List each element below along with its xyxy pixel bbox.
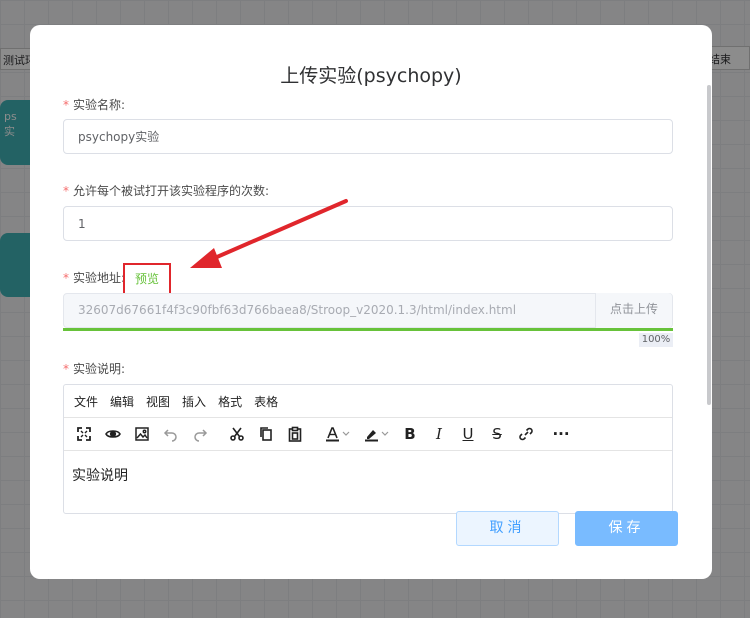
italic-icon[interactable]: I (427, 422, 451, 446)
more-icon[interactable]: ··· (549, 422, 573, 446)
preview-link[interactable]: 预览 (123, 263, 171, 295)
times-input[interactable] (63, 206, 673, 241)
name-input[interactable] (63, 119, 673, 154)
menu-format[interactable]: 格式 (218, 393, 242, 410)
paste-icon[interactable] (283, 422, 307, 446)
cancel-button[interactable]: 取消 (456, 511, 559, 546)
underline-icon[interactable]: U (456, 422, 480, 446)
editor-content[interactable]: 实验说明 (64, 451, 672, 499)
address-url-field: 32607d67661f4f3c90fbf63d766baea8/Stroop_… (63, 293, 673, 328)
address-url-text: 32607d67661f4f3c90fbf63d766baea8/Stroop_… (78, 303, 517, 317)
copy-icon[interactable] (254, 422, 278, 446)
upload-progress-text: 100% (639, 333, 673, 347)
highlight-icon[interactable] (359, 422, 393, 446)
rich-text-editor: 文件 编辑 视图 插入 格式 表格 B I U S ··· 实验说明 (63, 384, 673, 514)
menu-view[interactable]: 视图 (146, 393, 170, 410)
upload-progress-bar (63, 328, 673, 331)
save-button[interactable]: 保存 (575, 511, 678, 546)
address-label: * 实验地址: 预览 (63, 263, 171, 295)
preview-eye-icon[interactable] (101, 422, 125, 446)
cut-icon[interactable] (225, 422, 249, 446)
menu-file[interactable]: 文件 (74, 393, 98, 410)
dialog-scrollbar[interactable] (707, 85, 711, 405)
name-label: * 实验名称: (63, 98, 126, 112)
upload-button[interactable]: 点击上传 (595, 293, 672, 328)
redo-icon[interactable] (188, 422, 212, 446)
image-icon[interactable] (130, 422, 154, 446)
description-label: * 实验说明: (63, 362, 126, 376)
menu-table[interactable]: 表格 (254, 393, 278, 410)
upload-dialog: 上传实验(psychopy) *实验名称: *允许每个被试打开该实验程序的次数:… (30, 25, 712, 579)
bold-icon[interactable]: B (398, 422, 422, 446)
times-label: * 允许每个被试打开该实验程序的次数: (63, 184, 270, 198)
editor-toolbar: B I U S ··· (64, 418, 672, 451)
dialog-title: 上传实验(psychopy) (280, 65, 462, 87)
strikethrough-icon[interactable]: S (485, 422, 509, 446)
editor-menubar: 文件 编辑 视图 插入 格式 表格 (64, 385, 672, 418)
fullscreen-icon[interactable] (72, 422, 96, 446)
menu-edit[interactable]: 编辑 (110, 393, 134, 410)
link-icon[interactable] (514, 422, 538, 446)
menu-insert[interactable]: 插入 (182, 393, 206, 410)
upload-progress-fill (63, 328, 673, 331)
text-color-icon[interactable] (320, 422, 354, 446)
undo-icon[interactable] (159, 422, 183, 446)
